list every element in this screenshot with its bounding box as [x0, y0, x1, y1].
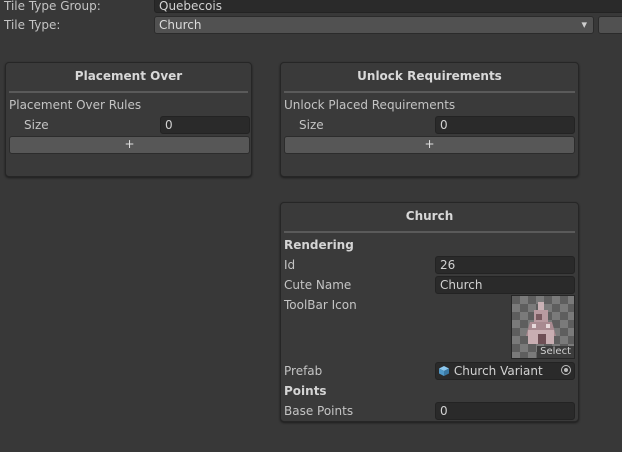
object-picker-icon[interactable]: [561, 365, 571, 375]
base-points-field[interactable]: 0: [435, 402, 575, 420]
tile-type-value: Church: [159, 18, 202, 32]
unlock-requirements-add-button[interactable]: +: [284, 136, 575, 154]
tile-type-label: Tile Type:: [4, 18, 61, 32]
select-button[interactable]: Select: [537, 346, 574, 358]
tile-type-dropdown[interactable]: Church ▾: [154, 16, 594, 34]
toolbar-icon-slot[interactable]: Select: [511, 295, 575, 359]
tile-type-group-field[interactable]: Quebecois: [154, 0, 622, 13]
base-points-label: Base Points: [284, 404, 354, 418]
cute-name-field[interactable]: Church: [435, 276, 575, 294]
prefab-field[interactable]: Church Variant: [435, 362, 575, 380]
church-title: Church: [405, 209, 454, 223]
tile-type-extra-button[interactable]: [598, 16, 622, 34]
unlock-requirements-title: Unlock Requirements: [357, 69, 502, 83]
placement-over-add-button[interactable]: +: [9, 136, 250, 154]
church-divider: [284, 231, 575, 233]
chevron-down-icon: ▾: [581, 18, 587, 31]
prefab-label: Prefab: [284, 364, 323, 378]
tile-type-group-label: Tile Type Group:: [4, 0, 101, 13]
id-label: Id: [284, 258, 296, 272]
toolbar-icon-label: ToolBar Icon: [284, 298, 357, 312]
placement-over-size-label: Size: [24, 118, 49, 132]
points-header: Points: [284, 384, 327, 398]
placement-over-divider: [9, 91, 248, 93]
id-field[interactable]: 26: [435, 256, 575, 274]
placement-over-size-field[interactable]: 0: [160, 116, 250, 134]
rendering-header: Rendering: [284, 238, 354, 252]
cube-prefab-icon: [439, 366, 449, 376]
prefab-value: Church Variant: [453, 364, 543, 378]
placement-over-rules-label[interactable]: Placement Over Rules: [9, 97, 141, 113]
cute-name-label: Cute Name: [284, 278, 352, 292]
placement-over-title: Placement Over: [74, 69, 183, 83]
unlock-requirements-panel: Unlock Requirements Unlock Placed Requir…: [280, 62, 579, 177]
unlock-requirements-divider: [284, 91, 575, 93]
placement-over-panel: Placement Over Placement Over Rules Size…: [5, 62, 252, 177]
unlock-requirements-size-label: Size: [299, 118, 324, 132]
unlock-requirements-size-field[interactable]: 0: [435, 116, 575, 134]
church-panel: Church Rendering Id 26 Cute Name Church …: [280, 202, 579, 422]
unlock-placed-requirements-label[interactable]: Unlock Placed Requirements: [284, 97, 455, 113]
